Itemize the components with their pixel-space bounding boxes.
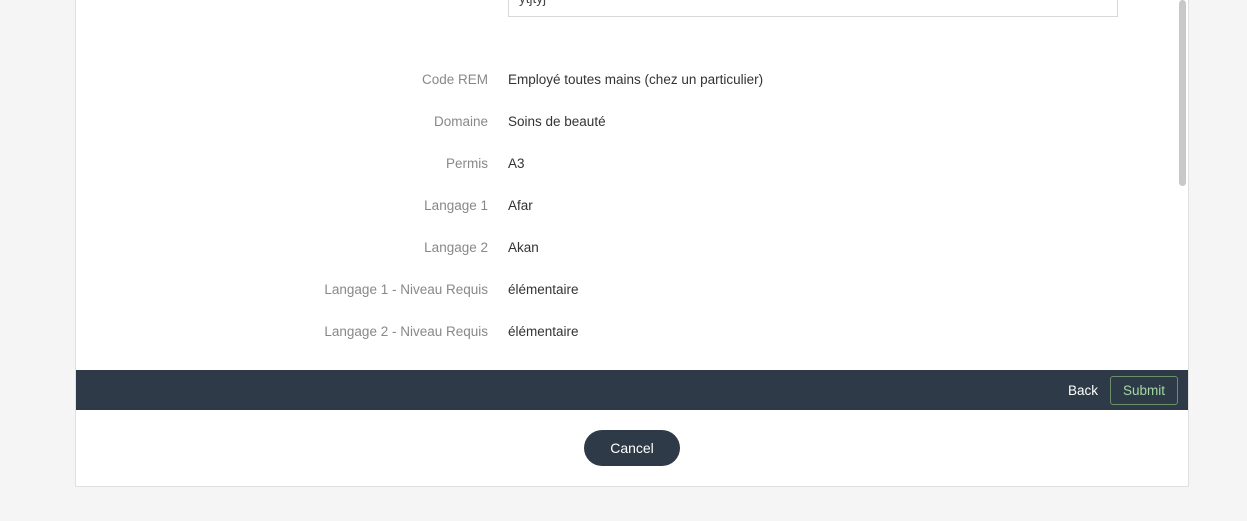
label-job-summary: Job Summary [76, 0, 508, 2]
submit-button[interactable]: Submit [1110, 376, 1178, 405]
form-body: Job Summary ytjtyj Code REM Employé tout… [76, 0, 1188, 370]
label-niveau1: Langage 1 - Niveau Requis [76, 270, 508, 300]
scrollbar-track [1179, 0, 1186, 200]
label-langage2: Langage 2 [76, 228, 508, 258]
label-domaine: Domaine [76, 102, 508, 132]
value-code-rem: Employé toutes mains (chez un particulie… [508, 60, 1188, 90]
cancel-area: Cancel [76, 410, 1188, 486]
label-code-rem: Code REM [76, 60, 508, 90]
value-domaine: Soins de beauté [508, 102, 1188, 132]
scrollbar-thumb[interactable] [1179, 0, 1186, 186]
value-permis: A3 [508, 144, 1188, 174]
form-panel: Job Summary ytjtyj Code REM Employé tout… [75, 0, 1189, 487]
value-langage1: Afar [508, 186, 1188, 216]
input-job-summary-text: ytjtyj [519, 0, 546, 9]
cancel-button[interactable]: Cancel [584, 430, 680, 466]
back-button[interactable]: Back [1058, 377, 1108, 404]
row-code-rem: Code REM Employé toutes mains (chez un p… [76, 60, 1188, 102]
value-langage2: Akan [508, 228, 1188, 258]
row-domaine: Domaine Soins de beauté [76, 102, 1188, 144]
footer-action-bar: Back Submit [76, 370, 1188, 410]
row-langage2: Langage 2 Akan [76, 228, 1188, 270]
value-wrapper-job-summary: ytjtyj [508, 0, 1188, 17]
form-content: Job Summary ytjtyj Code REM Employé tout… [76, 0, 1188, 370]
row-permis: Permis A3 [76, 144, 1188, 186]
value-niveau2: élémentaire [508, 312, 1188, 342]
row-job-summary: Job Summary ytjtyj [76, 0, 1188, 42]
label-niveau2: Langage 2 - Niveau Requis [76, 312, 508, 342]
label-permis: Permis [76, 144, 508, 174]
row-niveau2: Langage 2 - Niveau Requis élémentaire [76, 312, 1188, 354]
input-job-summary[interactable]: ytjtyj [508, 0, 1118, 17]
row-langage1: Langage 1 Afar [76, 186, 1188, 228]
label-langage1: Langage 1 [76, 186, 508, 216]
row-niveau1: Langage 1 - Niveau Requis élémentaire [76, 270, 1188, 312]
value-niveau1: élémentaire [508, 270, 1188, 300]
